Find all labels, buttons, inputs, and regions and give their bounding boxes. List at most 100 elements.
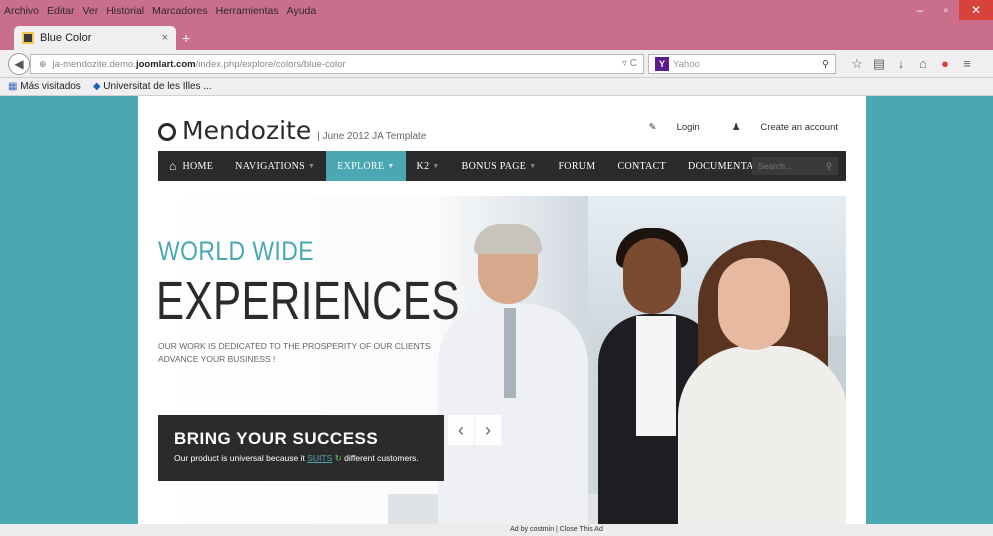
tab-title: Blue Color xyxy=(40,32,92,44)
hero-subtitle-line: OUR WORK IS DEDICATED TO THE PROSPERITY … xyxy=(158,341,431,351)
nav-label: BONUS PAGE xyxy=(461,160,527,172)
create-account-link[interactable]: ♟ Create an account xyxy=(716,122,838,133)
site-search-placeholder: Search... xyxy=(758,161,793,171)
menu-historial[interactable]: Historial xyxy=(106,5,144,17)
tab-close-icon[interactable]: × xyxy=(162,32,168,44)
caption-title: BRING YOUR SUCCESS xyxy=(174,429,379,448)
addon-icon[interactable]: ● xyxy=(934,56,956,72)
bookmark-label: Universitat de les Illes ... xyxy=(103,81,212,92)
maximize-button[interactable]: ▫ xyxy=(933,0,959,20)
site-search-input[interactable]: Search... ⚲ xyxy=(752,157,838,175)
caption-text: Our product is universal because it SUIT… xyxy=(174,452,428,464)
bookmark-label: Más visitados xyxy=(20,81,81,92)
nav-label: NAVIGATIONS xyxy=(235,160,305,172)
chevron-down-icon: ▼ xyxy=(432,162,440,170)
nav-explore[interactable]: EXPLORE ▼ xyxy=(326,151,406,181)
ad-bar[interactable]: Ad by costmin | Close This Ad xyxy=(0,524,993,536)
login-link[interactable]: ✎ Login xyxy=(633,122,700,133)
menu-bar: Archivo Editar Ver Historial Marcadores … xyxy=(0,0,993,22)
man-hair xyxy=(474,224,542,254)
bookmark-most-visited[interactable]: ▦ Más visitados xyxy=(8,81,81,92)
hero-kicker: WORLD WIDE xyxy=(158,236,314,266)
minimize-button[interactable]: – xyxy=(907,0,933,20)
slider-next-button[interactable]: › xyxy=(475,415,501,445)
menu-marcadores[interactable]: Marcadores xyxy=(152,5,207,17)
search-icon[interactable]: ⚲ xyxy=(822,59,829,70)
tab-blue-color[interactable]: Blue Color × xyxy=(14,26,176,50)
chevron-down-icon: ▼ xyxy=(307,162,316,170)
bookmarks-bar: ▦ Más visitados ◆ Universitat de les Ill… xyxy=(0,78,993,96)
home-icon: ⌂ xyxy=(169,158,177,173)
web-page: Mendozite | June 2012 JA Template ✎ Login… xyxy=(138,96,866,524)
hero-slider: WORLD WIDE EXPERIENCES OUR WORK IS DEDIC… xyxy=(158,196,846,524)
chevron-down-icon: ▼ xyxy=(529,162,537,170)
url-path: /index.php/explore/colors/blue-color xyxy=(195,58,346,70)
site-name: Mendozite xyxy=(182,116,312,145)
nav-navigations[interactable]: NAVIGATIONS ▼ xyxy=(224,151,326,181)
star-icon[interactable]: ☆ xyxy=(846,56,868,72)
key-icon: ✎ xyxy=(648,122,657,133)
reload-icon[interactable]: ▿ C xyxy=(622,58,637,69)
window-controls: – ▫ ✕ xyxy=(907,0,993,22)
bookmark-universitat[interactable]: ◆ Universitat de les Illes ... xyxy=(93,81,212,92)
create-account-label: Create an account xyxy=(760,122,838,133)
url-prefix: ja-mendozite.demo. xyxy=(52,58,136,70)
url-bar[interactable]: ⊕ ja-mendozite.demo. joomlart.com/index.p… xyxy=(30,54,644,74)
search-icon[interactable]: ⚲ xyxy=(826,161,832,172)
menu-editar[interactable]: Editar xyxy=(47,5,74,17)
url-domain: joomlart.com xyxy=(135,58,196,70)
logo-icon xyxy=(158,123,176,141)
chevron-down-icon: ▼ xyxy=(387,162,395,170)
menu-icon[interactable]: ≡ xyxy=(956,56,978,72)
nav-bonus-page[interactable]: BONUS PAGE ▼ xyxy=(451,151,548,181)
login-label: Login xyxy=(676,122,700,133)
slider-controls: ‹ › xyxy=(448,415,502,445)
user-icon: ♟ xyxy=(731,122,741,133)
search-placeholder: Yahoo xyxy=(673,58,700,70)
nav-k2[interactable]: K2 ▼ xyxy=(406,151,451,181)
site-tagline: | June 2012 JA Template xyxy=(317,131,427,142)
account-links: ✎ Login ♟ Create an account xyxy=(617,122,838,133)
menu-ver[interactable]: Ver xyxy=(82,5,98,17)
download-icon[interactable]: ↓ xyxy=(890,56,912,72)
nav-contact[interactable]: CONTACT xyxy=(607,151,678,181)
caption-text-pre: Our product is universal because it xyxy=(174,453,305,463)
favicon-icon xyxy=(22,32,34,44)
menu-herramientas[interactable]: Herramientas xyxy=(216,5,279,17)
woman-head-right xyxy=(718,258,790,350)
hero-subtitle: OUR WORK IS DEDICATED TO THE PROSPERITY … xyxy=(158,340,448,366)
woman-head-center xyxy=(623,238,681,314)
refresh-icon: ↻ xyxy=(334,453,342,463)
back-button[interactable]: ◀ xyxy=(8,53,30,75)
yahoo-icon[interactable]: Y xyxy=(655,57,669,71)
close-window-button[interactable]: ✕ xyxy=(959,0,993,20)
site-logo[interactable]: Mendozite | June 2012 JA Template xyxy=(158,116,426,145)
hero-subtitle-line: ADVANCE YOUR BUSINESS ! xyxy=(158,354,276,364)
search-bar[interactable]: Y Yahoo ⚲ xyxy=(648,54,836,74)
main-navigation: ⌂ HOME NAVIGATIONS ▼ EXPLORE ▼ K2 ▼ BONUS PA… xyxy=(158,151,846,181)
tie-shape xyxy=(504,308,516,398)
nav-label: CONTACT xyxy=(617,160,667,172)
diamond-icon: ◆ xyxy=(92,81,104,92)
menu-ayuda[interactable]: Ayuda xyxy=(287,5,317,17)
shirt-shape xyxy=(636,316,676,436)
navigation-toolbar: ◀ ⊕ ja-mendozite.demo. joomlart.com/index… xyxy=(0,50,993,78)
nav-label: FORUM xyxy=(558,160,596,172)
hero-headline: EXPERIENCES xyxy=(158,271,460,331)
nav-label: K2 xyxy=(416,160,430,172)
nav-label: EXPLORE xyxy=(337,160,385,172)
suits-link[interactable]: SUITS xyxy=(307,453,332,463)
bookmark-icon: ▦ xyxy=(8,81,21,92)
bookmarks-icon[interactable]: ▤ xyxy=(868,56,890,72)
woman-figure-right xyxy=(678,346,846,524)
nav-label: HOME xyxy=(182,160,214,172)
site-identity-icon[interactable]: ⊕ xyxy=(39,59,47,70)
menu-archivo[interactable]: Archivo xyxy=(4,5,39,17)
nav-home[interactable]: ⌂ HOME xyxy=(158,151,224,181)
toolbar-icons: ☆ ▤ ↓ ⌂ ● ≡ xyxy=(846,56,978,72)
home-icon[interactable]: ⌂ xyxy=(912,56,934,72)
slider-prev-button[interactable]: ‹ xyxy=(448,415,474,445)
new-tab-button[interactable]: + xyxy=(182,30,190,46)
nav-forum[interactable]: FORUM xyxy=(547,151,606,181)
slide-caption-box: BRING YOUR SUCCESS Our product is univer… xyxy=(158,415,444,481)
